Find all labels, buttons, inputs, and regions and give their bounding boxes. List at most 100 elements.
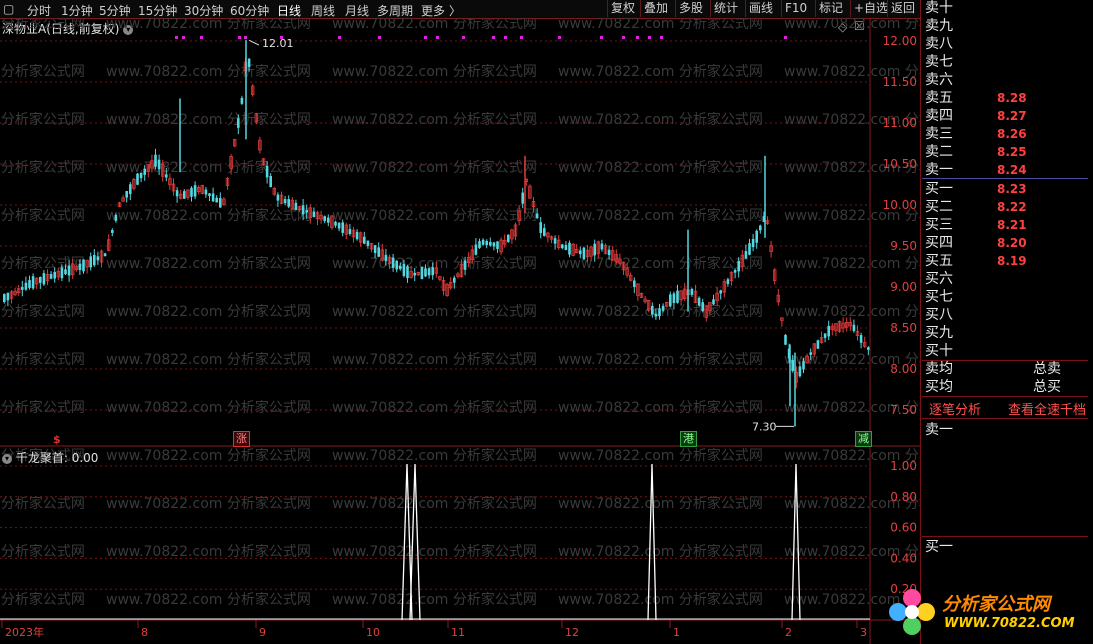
watermark-text: www.70822.com 分析家公式网 <box>0 303 85 320</box>
candle-body <box>377 247 380 257</box>
sell-level-1-price[interactable]: 8.24 <box>997 161 1027 179</box>
candle-body <box>327 217 330 223</box>
watermark-text: www.70822.com 分析家公式网 <box>0 351 85 368</box>
signal-dot <box>492 36 495 39</box>
buy-level-1-price[interactable]: 8.23 <box>997 180 1027 198</box>
candle-body <box>31 276 35 289</box>
candle-body <box>269 176 272 187</box>
chevron-down-icon[interactable]: ▾ <box>2 453 12 464</box>
sell-level-4-price[interactable]: 8.27 <box>997 107 1027 125</box>
watermark-text: www.70822.com 分析家公式网 <box>106 18 311 32</box>
button-f10[interactable]: F10 <box>781 0 810 17</box>
candle-body <box>485 240 488 246</box>
candle-body <box>139 172 143 179</box>
button-mark[interactable]: 标记 <box>815 0 846 17</box>
watermark-text: www.70822.com 分析家公式网 <box>784 255 922 272</box>
badge-hk[interactable]: 港 <box>680 431 697 447</box>
candle-body <box>424 268 427 277</box>
candle-body <box>784 334 787 345</box>
tab-monthly[interactable]: 月线 <box>345 2 369 19</box>
candle-body <box>208 193 211 197</box>
candle-body <box>366 240 370 246</box>
watermark-text: www.70822.com 分析家公式网 <box>332 18 537 32</box>
indicator-tick-label: 0.40 <box>890 551 917 565</box>
watermark-text: www.70822.com 分析家公式网 <box>0 591 85 608</box>
avg-sell-label: 卖均 <box>925 361 953 377</box>
lower-buy-label: 买一 <box>925 539 953 555</box>
sell-level-2-price[interactable]: 8.25 <box>997 143 1027 161</box>
candle-body <box>661 305 665 311</box>
badge-dividend[interactable]: $ <box>53 433 61 446</box>
kline-chart[interactable]: www.70822.com 分析家公式网 www.70822.com 分析家公式网… <box>0 18 922 644</box>
candle-body <box>474 244 478 255</box>
watermark-text: www.70822.com 分析家公式网 <box>0 399 85 416</box>
candle-body <box>391 257 395 268</box>
signal-dot <box>244 36 247 39</box>
high-marker-line <box>248 39 260 46</box>
candle-body <box>539 222 542 234</box>
buy-level-4-price[interactable]: 8.20 <box>997 234 1027 252</box>
price-tick-label: 10.50 <box>883 157 917 171</box>
button-overlay[interactable]: 叠加 <box>640 0 671 17</box>
prev-arrow-icon[interactable]: ▢ <box>3 2 14 16</box>
watermark-text: www.70822.com 分析家公式网 <box>106 255 311 272</box>
candle-body <box>507 234 510 242</box>
signal-dot <box>436 36 439 39</box>
sell-level-6-label: 卖六 <box>925 72 953 88</box>
candle-body <box>183 191 186 199</box>
tab-daily[interactable]: 日线 <box>277 2 301 19</box>
candle-body <box>701 302 704 312</box>
price-tick-label: 9.00 <box>890 280 917 294</box>
badge-reduce[interactable]: 减 <box>855 431 872 447</box>
button-add-watchlist[interactable]: +自选 <box>850 0 891 17</box>
button-stats[interactable]: 统计 <box>710 0 741 17</box>
watermark-text: www.70822.com 分析家公式网 <box>332 543 537 560</box>
button-back[interactable]: 返回 <box>887 0 918 17</box>
candle-body <box>337 222 341 229</box>
watermark-text: www.70822.com 分析家公式网 <box>332 63 537 80</box>
candle-body <box>323 216 326 222</box>
sell-level-8-label: 卖八 <box>925 36 953 52</box>
watermark-text: www.70822.com 分析家公式网 <box>332 303 537 320</box>
time-tick-label: 1 <box>673 626 680 639</box>
tab-more[interactable]: 更多 <box>421 2 445 19</box>
tab-30min[interactable]: 30分钟 <box>184 2 223 19</box>
button-draw[interactable]: 画线 <box>745 0 776 17</box>
button-adjust[interactable]: 复权 <box>607 0 638 17</box>
sell-level-3-price[interactable]: 8.26 <box>997 125 1027 143</box>
candle-body <box>283 199 287 204</box>
candle-body <box>49 274 53 279</box>
candle-body <box>125 191 128 198</box>
low-marker-label: 7.30 <box>752 420 777 433</box>
buy-level-5-price[interactable]: 8.19 <box>997 252 1027 270</box>
tab-multi-period[interactable]: 多周期 <box>377 2 413 19</box>
high-marker-label: 12.01 <box>262 37 294 50</box>
badge-rise[interactable]: 涨 <box>233 431 250 447</box>
tab-full-depth[interactable]: 查看全速千档 <box>1008 399 1088 418</box>
candle-body <box>463 260 467 270</box>
tab-intraday[interactable]: 分时 <box>27 2 51 19</box>
more-arrow-icon[interactable]: 〉 <box>449 2 461 19</box>
watermark-text: www.70822.com 分析家公式网 <box>558 543 763 560</box>
watermark-text: www.70822.com 分析家公式网 <box>106 159 311 176</box>
tab-15min[interactable]: 15分钟 <box>138 2 177 19</box>
sell-level-5-price[interactable]: 8.28 <box>997 89 1027 107</box>
candle-body <box>607 249 611 256</box>
signal-dot <box>636 36 639 39</box>
tab-tick-analysis[interactable]: 逐笔分析 <box>929 399 981 418</box>
tab-5min[interactable]: 5分钟 <box>99 2 131 19</box>
indicator-title: ▾ 千龙聚首: 0.00 <box>2 449 98 466</box>
buy-level-2-price[interactable]: 8.22 <box>997 198 1027 216</box>
tab-60min[interactable]: 60分钟 <box>230 2 269 19</box>
candle-body <box>481 239 485 245</box>
button-multi-stock[interactable]: 多股 <box>675 0 706 17</box>
signal-dot <box>622 36 625 39</box>
indicator-tick-label: 0.80 <box>890 490 917 504</box>
tab-weekly[interactable]: 周线 <box>311 2 335 19</box>
book-divider <box>922 396 1088 397</box>
signal-dot <box>558 36 561 39</box>
watermark-text: www.70822.com 分析家公式网 <box>332 111 537 128</box>
tab-1min[interactable]: 1分钟 <box>61 2 93 19</box>
buy-level-3-price[interactable]: 8.21 <box>997 216 1027 234</box>
price-tick-label: 10.00 <box>883 198 917 212</box>
